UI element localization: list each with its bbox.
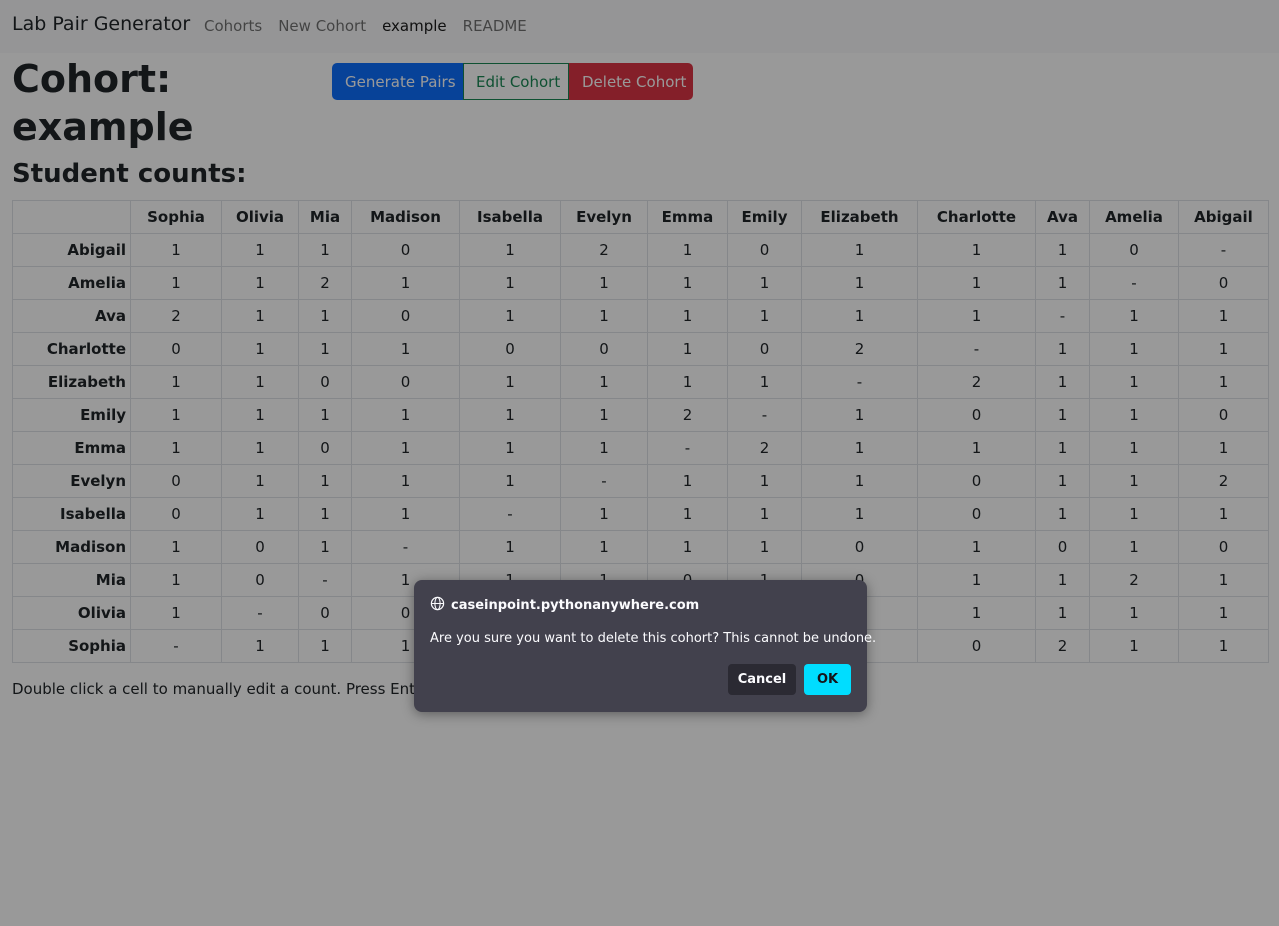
- cancel-button[interactable]: Cancel: [728, 664, 796, 695]
- confirm-dialog: caseinpoint.pythonanywhere.com Are you s…: [414, 580, 876, 712]
- dialog-origin: caseinpoint.pythonanywhere.com: [430, 596, 699, 615]
- page: Lab Pair Generator Cohorts New Cohort ex…: [0, 0, 1279, 926]
- dialog-origin-text: caseinpoint.pythonanywhere.com: [451, 598, 700, 613]
- dialog-message: Are you sure you want to delete this coh…: [430, 631, 877, 646]
- ok-button[interactable]: OK: [804, 664, 851, 695]
- modal-backdrop: [0, 0, 1279, 926]
- globe-icon: [430, 596, 445, 615]
